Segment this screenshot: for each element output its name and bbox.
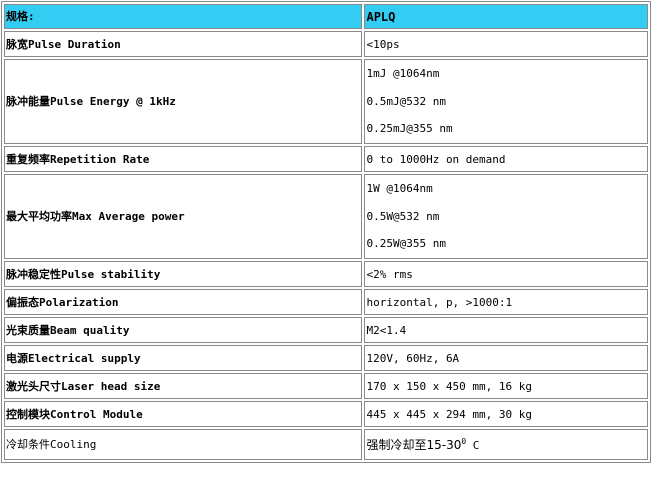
- spec-value: 120V, 60Hz, 6A: [364, 345, 648, 371]
- spec-value-line: 0.25W@355 nm: [366, 237, 446, 251]
- table-row: 脉冲能量Pulse Energy @ 1kHz 1mJ @1064nm 0.5m…: [4, 59, 648, 144]
- spec-value-line: 0.25mJ@355 nm: [366, 122, 453, 136]
- header-value-cell: APLQ: [364, 4, 648, 29]
- spec-key: 光束质量Beam quality: [4, 317, 363, 343]
- table-row: 激光头尺寸Laser head size 170 x 150 x 450 mm,…: [4, 373, 648, 399]
- spec-value: 445 x 445 x 294 mm, 30 kg: [364, 401, 648, 427]
- table-row: 电源Electrical supply 120V, 60Hz, 6A: [4, 345, 648, 371]
- spec-value-multiline: 1mJ @1064nm 0.5mJ@532 nm 0.25mJ@355 nm: [364, 59, 648, 144]
- spec-key: 冷却条件Cooling: [4, 429, 363, 460]
- spec-value-line: 0.5mJ@532 nm: [366, 94, 446, 108]
- table-row: 脉冲稳定性Pulse stability <2% rms: [4, 261, 648, 287]
- table-row: 脉宽Pulse Duration <10ps: [4, 31, 648, 57]
- spec-value: M2<1.4: [364, 317, 648, 343]
- table-header-row: 规格: APLQ: [4, 4, 648, 29]
- spec-key: 脉冲能量Pulse Energy @ 1kHz: [4, 59, 363, 144]
- table-row: 最大平均功率Max Average power 1W @1064nm 0.5W@…: [4, 174, 648, 259]
- cooling-unit: C: [466, 439, 480, 452]
- spec-value-line: 1mJ @1064nm: [366, 67, 440, 81]
- spec-key: 重复频率Repetition Rate: [4, 146, 363, 172]
- spec-value-multiline: 1W @1064nm 0.5W@532 nm 0.25W@355 nm: [364, 174, 648, 259]
- cooling-value-text: 强制冷却至15-30: [366, 438, 462, 452]
- spec-value: horizontal, p, >1000:1: [364, 289, 648, 315]
- spec-table-container: 规格: APLQ 脉宽Pulse Duration <10ps 脉冲能量Puls…: [1, 1, 651, 463]
- spec-key: 电源Electrical supply: [4, 345, 363, 371]
- spec-key: 偏振态Polarization: [4, 289, 363, 315]
- table-row: 偏振态Polarization horizontal, p, >1000:1: [4, 289, 648, 315]
- spec-key: 脉冲稳定性Pulse stability: [4, 261, 363, 287]
- spec-value: 0 to 1000Hz on demand: [364, 146, 648, 172]
- table-row: 光束质量Beam quality M2<1.4: [4, 317, 648, 343]
- table-row: 重复频率Repetition Rate 0 to 1000Hz on deman…: [4, 146, 648, 172]
- spec-value-line: 1W @1064nm: [366, 182, 433, 196]
- spec-table: 规格: APLQ 脉宽Pulse Duration <10ps 脉冲能量Puls…: [1, 1, 651, 463]
- spec-key: 控制模块Control Module: [4, 401, 363, 427]
- spec-key: 脉宽Pulse Duration: [4, 31, 363, 57]
- spec-key: 激光头尺寸Laser head size: [4, 373, 363, 399]
- header-key-cell: 规格:: [4, 4, 363, 29]
- spec-value-line: 0.5W@532 nm: [366, 209, 440, 223]
- spec-value: 强制冷却至15-300 C: [364, 429, 648, 460]
- table-row: 控制模块Control Module 445 x 445 x 294 mm, 3…: [4, 401, 648, 427]
- spec-value: 170 x 150 x 450 mm, 16 kg: [364, 373, 648, 399]
- spec-value: <10ps: [364, 31, 648, 57]
- spec-key: 最大平均功率Max Average power: [4, 174, 363, 259]
- spec-value: <2% rms: [364, 261, 648, 287]
- table-row: 冷却条件Cooling 强制冷却至15-300 C: [4, 429, 648, 460]
